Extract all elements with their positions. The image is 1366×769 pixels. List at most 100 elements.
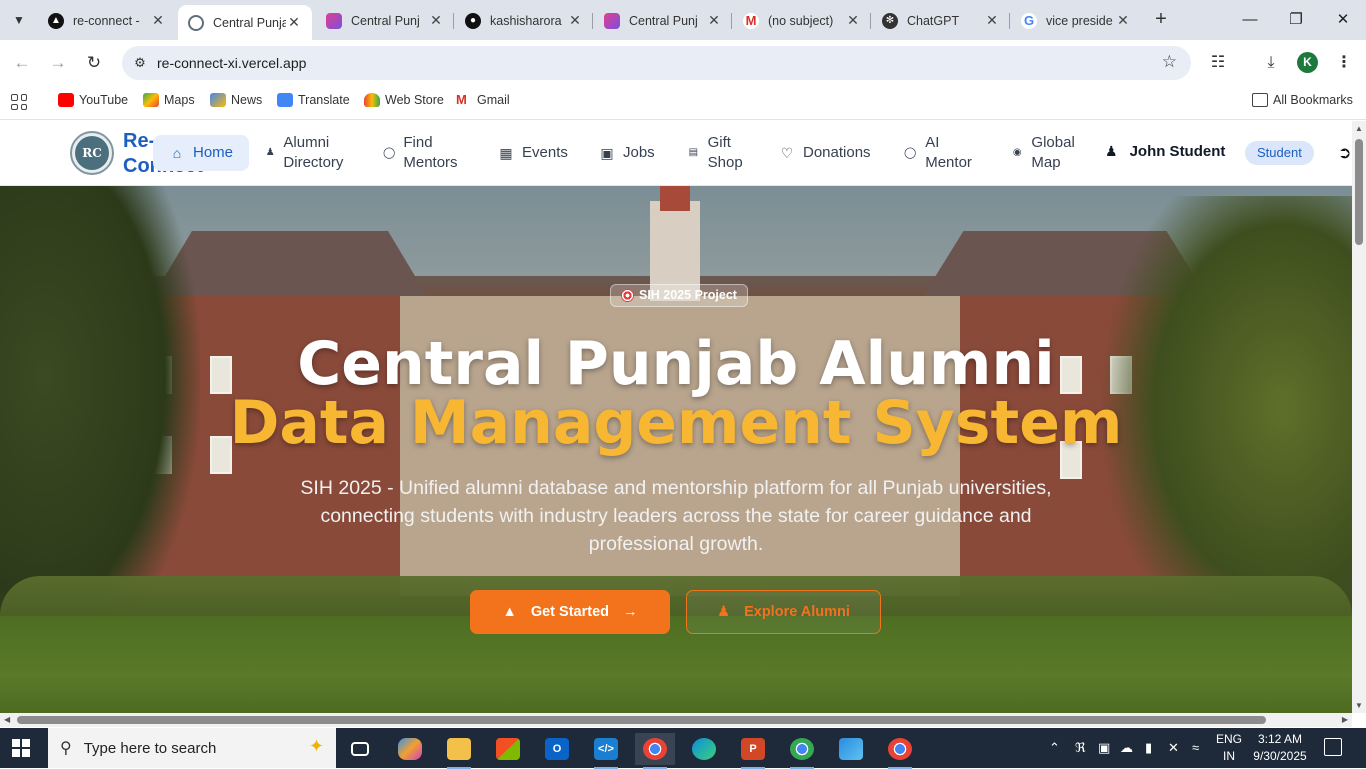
chrome-profile-icon[interactable]	[782, 733, 822, 769]
edge-icon[interactable]	[684, 733, 724, 765]
nav-label: Jobs	[623, 144, 655, 161]
windows-start-icon[interactable]	[12, 739, 30, 757]
tab-separator	[453, 13, 454, 29]
meet-now-icon[interactable]: ▣	[1098, 740, 1110, 756]
scroll-down-arrow-icon[interactable]: ▼	[1355, 701, 1363, 710]
site-info-icon[interactable]: ⚙	[130, 53, 150, 73]
chrome-taskbar-icon[interactable]	[635, 733, 675, 769]
vscode-icon[interactable]: </>	[586, 733, 626, 769]
close-tab-icon[interactable]: ✕	[150, 12, 166, 29]
battery-icon[interactable]: ▮	[1145, 740, 1152, 756]
file-explorer-icon[interactable]	[439, 733, 479, 769]
reload-icon[interactable]: ↻	[82, 51, 106, 75]
get-started-button[interactable]: ▲ Get Started →	[470, 590, 670, 634]
chat-bubble-icon: ◯	[383, 147, 396, 159]
tab-search-chevron-icon[interactable]: ▼	[6, 8, 32, 32]
bookmark-gmail[interactable]: M Gmail	[456, 93, 510, 107]
powerpoint-icon[interactable]: P	[733, 733, 773, 769]
nav-ai-mentor[interactable]: ◯ AI Mentor	[903, 133, 983, 173]
close-tab-icon[interactable]: ✕	[845, 12, 861, 29]
nav-find-mentors[interactable]: ◯ Find Mentors	[383, 133, 471, 173]
nav-gift-shop[interactable]: ▤ Gift Shop	[687, 133, 757, 173]
user-profile-link[interactable]: ♟ John Student	[1105, 143, 1225, 160]
browser-tab[interactable]: ● kashisharora ✕	[455, 5, 593, 36]
onedrive-cloud-icon[interactable]: ☁	[1120, 740, 1133, 756]
window-close-icon[interactable]: ✕	[1331, 8, 1355, 32]
bookmark-translate[interactable]: Translate	[277, 93, 350, 107]
project-badge-label: SIH 2025 Project	[639, 288, 737, 302]
close-tab-icon[interactable]: ✕	[567, 12, 583, 29]
photos-icon[interactable]	[831, 733, 871, 765]
home-icon: ⌂	[172, 145, 182, 161]
explore-alumni-button[interactable]: ♟ Explore Alumni	[686, 590, 881, 634]
bookmark-web-store[interactable]: Web Store	[364, 93, 444, 107]
folder-icon	[1252, 93, 1268, 107]
outlook-icon[interactable]: O	[537, 733, 577, 765]
input-language[interactable]: ENG IN	[1216, 731, 1242, 765]
download-icon[interactable]: ⤓	[1259, 51, 1283, 75]
bluetooth-icon[interactable]: ℜ	[1075, 740, 1086, 756]
briefcase-icon: ▣	[600, 145, 614, 161]
scroll-up-arrow-icon[interactable]: ▲	[1355, 124, 1363, 133]
all-bookmarks-folder[interactable]: All Bookmarks	[1252, 93, 1353, 107]
show-hidden-icons-chevron-icon[interactable]: ⌃	[1049, 740, 1060, 756]
news-icon	[210, 93, 226, 107]
nav-global-map[interactable]: ◉ Global Map	[1011, 133, 1091, 173]
volume-mute-icon[interactable]: ✕	[1168, 740, 1179, 756]
browser-tab[interactable]: Central Punj ✕	[594, 5, 732, 36]
close-tab-icon[interactable]: ✕	[984, 12, 1000, 29]
scroll-right-arrow-icon[interactable]: ▶	[1342, 715, 1348, 724]
chrome-profile-icon[interactable]	[880, 733, 920, 769]
new-tab-plus-icon[interactable]: +	[1150, 8, 1172, 30]
tab-title: ChatGPT	[907, 13, 960, 28]
browser-tab[interactable]: ✻ ChatGPT ✕	[872, 5, 1010, 36]
nav-home[interactable]: ⌂ Home	[153, 135, 250, 171]
close-tab-icon[interactable]: ✕	[706, 12, 722, 29]
extensions-puzzle-icon[interactable]: ☷	[1206, 51, 1230, 75]
tab-separator	[592, 13, 593, 29]
back-arrow-icon[interactable]: ←	[10, 51, 34, 75]
apps-grid-icon[interactable]	[11, 94, 27, 110]
bookmark-youtube[interactable]: YouTube	[58, 93, 128, 107]
task-view-icon[interactable]	[340, 733, 380, 765]
users-icon: ♟	[717, 604, 731, 620]
taskbar-search[interactable]: ⚲ Type here to search ✦	[48, 728, 336, 768]
logout-icon[interactable]: ➲	[1338, 143, 1351, 163]
bookmark-star-icon[interactable]: ☆	[1162, 52, 1177, 72]
horizontal-scroll-thumb[interactable]	[17, 716, 1266, 724]
browser-tab[interactable]: Central Punj ✕	[316, 5, 454, 36]
microsoft-store-icon[interactable]	[488, 733, 528, 765]
scroll-left-arrow-icon[interactable]: ◀	[4, 715, 10, 724]
horizontal-scrollbar[interactable]: ◀ ▶	[0, 713, 1352, 727]
close-tab-icon[interactable]: ✕	[428, 12, 444, 29]
address-bar[interactable]: ⚙ re-connect-xi.vercel.app ☆	[122, 46, 1191, 80]
wifi-icon[interactable]: ≈	[1192, 740, 1199, 755]
close-tab-icon[interactable]: ✕	[286, 14, 302, 31]
bookmarks-bar: YouTube Maps News Translate Web Store M …	[0, 85, 1366, 120]
close-tab-icon[interactable]: ✕	[1115, 12, 1131, 29]
system-clock[interactable]: 3:12 AM 9/30/2025	[1244, 731, 1316, 765]
vertical-scrollbar[interactable]: ▲ ▼	[1352, 121, 1366, 713]
minimize-icon[interactable]: —	[1238, 8, 1262, 32]
restore-icon[interactable]: ❐	[1284, 8, 1308, 32]
browser-tab[interactable]: M (no subject) ✕	[733, 5, 871, 36]
chat-bubble-icon: ◯	[903, 147, 917, 159]
chrome-menu-icon[interactable]: ⋮	[1332, 51, 1356, 75]
notification-center-icon[interactable]	[1324, 738, 1342, 756]
site-logo[interactable]: RC	[70, 131, 114, 175]
nav-donations[interactable]: ♡ Donations	[779, 143, 871, 163]
bookmark-maps[interactable]: Maps	[143, 93, 195, 107]
copilot-icon[interactable]	[390, 733, 430, 765]
nav-alumni-directory[interactable]: ♟ Alumni Directory	[265, 133, 355, 173]
arrow-right-icon: →	[623, 604, 638, 620]
browser-tab-active[interactable]: Central Punja ✕	[178, 5, 312, 40]
vertical-scroll-thumb[interactable]	[1355, 139, 1363, 245]
profile-avatar[interactable]: K	[1297, 52, 1318, 73]
nav-events[interactable]: ▦ Events	[498, 143, 567, 163]
nav-jobs[interactable]: ▣ Jobs	[599, 143, 655, 163]
bookmark-news[interactable]: News	[210, 93, 262, 107]
browser-tab[interactable]: G vice preside ✕	[1011, 5, 1141, 36]
browser-tab[interactable]: ▲ re-connect - ✕	[38, 5, 176, 36]
url-text[interactable]: re-connect-xi.vercel.app	[157, 55, 306, 71]
forward-arrow-icon[interactable]: →	[46, 51, 70, 75]
